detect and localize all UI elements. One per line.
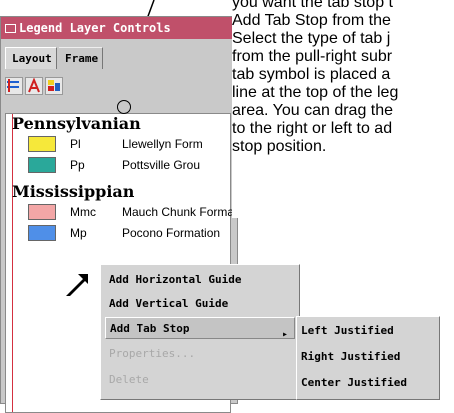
text-color-icon[interactable] <box>25 77 43 95</box>
legend-desc-pp: Pottsville Grou <box>122 158 201 172</box>
legend-swatch-pl <box>28 136 56 152</box>
tab-stop-submenu: Left Justified Right Justified Center Ju… <box>296 316 440 400</box>
window-titlebar[interactable]: Legend Layer Controls <box>1 17 237 39</box>
callout-line: line at the top of the leg <box>232 84 399 101</box>
submenu-item-center-justified[interactable]: Center Justified <box>301 371 437 395</box>
callout-line: from the pull-right subr <box>232 48 393 65</box>
callout-line: tab symbol is placed a <box>232 66 391 83</box>
submenu-item-right-justified[interactable]: Right Justified <box>301 345 437 369</box>
group-heading-mississippian: Mississippian <box>12 182 135 201</box>
menu-item-add-vertical-guide[interactable]: Add Vertical Guide <box>105 293 295 315</box>
legend-desc-mp: Pocono Formation <box>122 226 221 240</box>
callout-line: stop position. <box>232 138 327 155</box>
context-menu: Add Horizontal Guide Add Vertical Guide … <box>100 264 300 400</box>
menu-item-add-horizontal-guide[interactable]: Add Horizontal Guide <box>105 269 295 291</box>
callout-line: Add Tab Stop from the <box>232 12 391 29</box>
legend-swatch-mp <box>28 225 56 241</box>
menu-item-add-tab-stop[interactable]: Add Tab Stop ▸ <box>105 317 295 340</box>
menu-item-add-tab-stop-label: Add Tab Stop <box>110 322 190 335</box>
mouse-cursor-icon <box>66 274 88 296</box>
window-title: Legend Layer Controls <box>19 21 171 35</box>
callout-line: area. You can drag the <box>232 102 394 119</box>
legend-desc-pl: Llewellyn Form <box>122 137 203 151</box>
tab-bar: Layout Frame <box>1 47 237 69</box>
window-menu-icon[interactable] <box>5 23 16 33</box>
callout-line: you want the tab stop t <box>232 0 393 11</box>
callout-line: to the right or left to ad <box>232 120 393 137</box>
toolbar <box>5 77 215 99</box>
vertical-guide-line[interactable] <box>12 114 13 412</box>
menu-item-properties: Properties... <box>109 347 196 360</box>
legend-code-pp: Pp <box>70 158 85 172</box>
legend-swatch-pp <box>28 157 56 173</box>
legend-code-mp: Mp <box>70 226 87 240</box>
submenu-item-left-justified[interactable]: Left Justified <box>301 319 437 343</box>
instruction-callout: you want the tab stop t Add Tab Stop fro… <box>232 0 454 218</box>
menu-item-delete: Delete <box>109 373 149 386</box>
legend-swatch-mmc <box>28 204 56 220</box>
add-guide-icon[interactable] <box>5 77 23 95</box>
color-layers-icon[interactable] <box>45 77 63 95</box>
tab-frame[interactable]: Frame <box>59 47 103 69</box>
pointer-highlight-circle <box>117 100 131 114</box>
legend-code-pl: Pl <box>70 137 81 151</box>
tab-layout[interactable]: Layout <box>5 47 57 69</box>
legend-code-mmc: Mmc <box>70 205 96 219</box>
callout-line: Select the type of tab j <box>232 30 391 47</box>
group-heading-pennsylvanian: Pennsylvanian <box>12 114 141 133</box>
